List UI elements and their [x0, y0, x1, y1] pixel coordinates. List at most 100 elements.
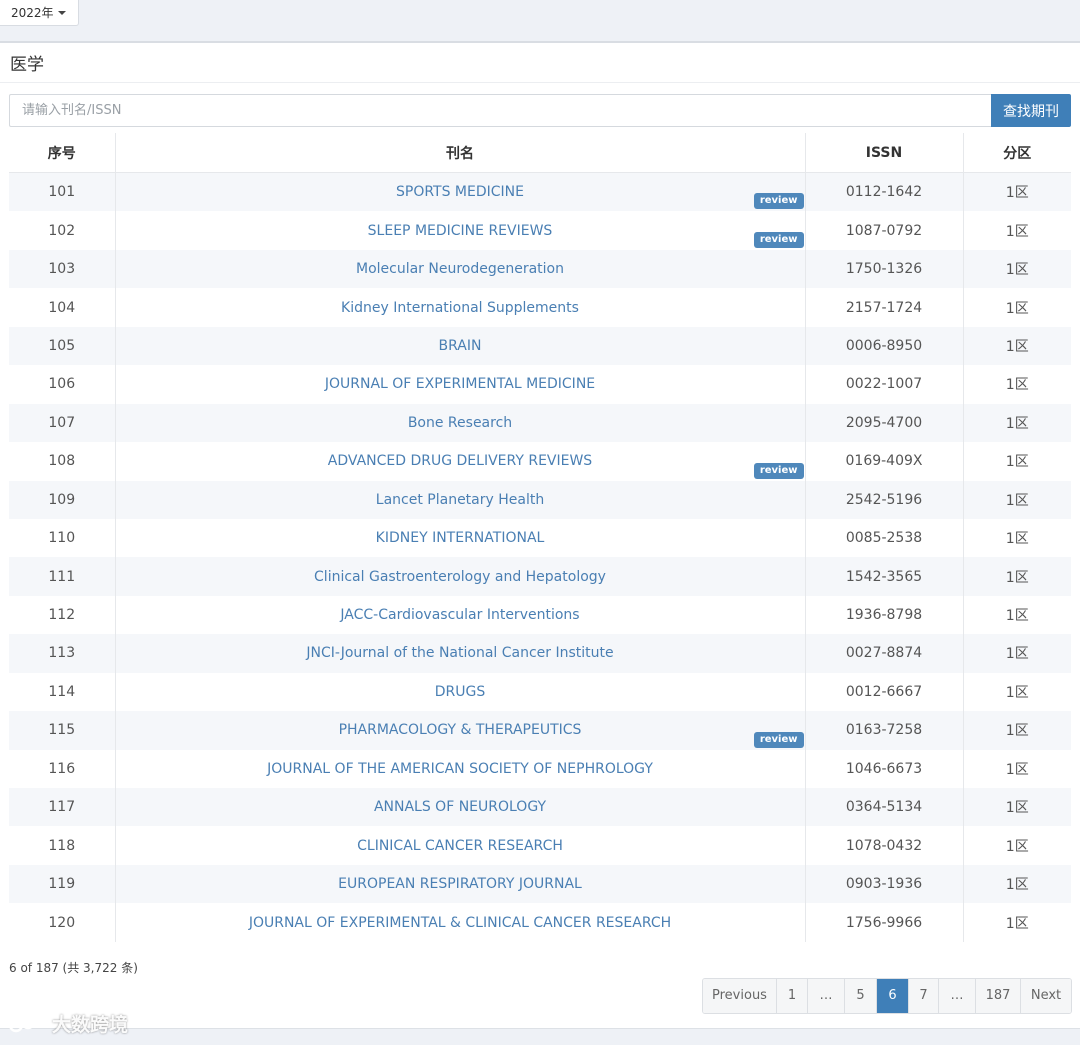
row-zone: 1区 [963, 249, 1071, 289]
table-row: 120 JOURNAL OF EXPERIMENTAL & CLINICAL CA… [9, 903, 1071, 942]
journal-name-link[interactable]: Clinical Gastroenterology and Hepatology [314, 569, 606, 585]
journal-name-link[interactable]: Kidney International Supplements [341, 300, 579, 316]
journal-name-link[interactable]: KIDNEY INTERNATIONAL [376, 530, 545, 546]
row-index: 108 [9, 442, 116, 481]
journal-name-link[interactable]: JNCI-Journal of the National Cancer Inst… [306, 645, 613, 661]
row-journal-name-cell: Clinical Gastroenterology and Hepatology [115, 557, 806, 596]
row-journal-name-cell: Kidney International Supplements [115, 288, 806, 327]
row-zone: 1区 [963, 864, 1071, 904]
journal-name-link[interactable]: SPORTS MEDICINE [396, 184, 524, 200]
row-issn: 1936-8798 [805, 595, 964, 635]
row-issn: 2095-4700 [805, 403, 964, 443]
row-index: 105 [9, 326, 116, 366]
journal-name-link[interactable]: BRAIN [439, 338, 482, 354]
row-index: 110 [9, 518, 116, 558]
row-zone: 1区 [963, 480, 1071, 519]
row-journal-name-cell: SLEEP MEDICINE REVIEWS review [115, 211, 806, 250]
journal-name-link[interactable]: ANNALS OF NEUROLOGY [374, 799, 546, 815]
journal-name-link[interactable]: JACC-Cardiovascular Interventions [340, 607, 579, 623]
row-journal-name-cell: Molecular Neurodegeneration [115, 249, 806, 289]
row-zone: 1区 [963, 749, 1071, 788]
pagination-summary: 6 of 187 (共 3,722 条) [9, 961, 138, 975]
year-dropdown[interactable]: 2022年 [0, 0, 79, 26]
row-zone: 1区 [963, 634, 1071, 673]
row-journal-name-cell: JNCI-Journal of the National Cancer Inst… [115, 634, 806, 673]
row-issn: 0027-8874 [805, 634, 964, 673]
row-issn: 1750-1326 [805, 249, 964, 289]
search-button[interactable]: 查找期刊 [991, 94, 1071, 127]
journal-name-link[interactable]: PHARMACOLOGY & THERAPEUTICS [339, 722, 582, 738]
page-button-6[interactable]: 6 [877, 979, 909, 1013]
column-header-name[interactable]: 刊名 [115, 133, 806, 173]
table-row: 101 SPORTS MEDICINE review 0112-1642 1区 [9, 172, 1071, 212]
journal-table: 序号 刊名 ISSN 分区 101 SPORTS MEDICINE review 01… [9, 133, 1071, 942]
table-row: 109 Lancet Planetary Health 2542-5196 1区 [9, 480, 1071, 519]
journal-name-link[interactable]: DRUGS [435, 684, 486, 700]
row-index: 118 [9, 826, 116, 865]
table-row: 105 BRAIN 0006-8950 1区 [9, 326, 1071, 366]
page-button-5[interactable]: 5 [845, 979, 877, 1013]
journal-name-link[interactable]: JOURNAL OF EXPERIMENTAL & CLINICAL CANCE… [249, 915, 671, 931]
section-title: 医学 [10, 55, 44, 75]
column-header-issn[interactable]: ISSN [805, 133, 964, 173]
row-journal-name-cell: ADVANCED DRUG DELIVERY REVIEWS review [115, 442, 806, 481]
bottom-bar [0, 1028, 1080, 1045]
row-journal-name-cell: SPORTS MEDICINE review [115, 172, 806, 212]
row-issn: 0112-1642 [805, 172, 964, 212]
row-index: 116 [9, 749, 116, 788]
row-zone: 1区 [963, 172, 1071, 212]
row-index: 111 [9, 557, 116, 596]
table-row: 112 JACC-Cardiovascular Interventions 1936… [9, 595, 1071, 635]
page-button-187[interactable]: 187 [976, 979, 1021, 1013]
journal-name-link[interactable]: EUROPEAN RESPIRATORY JOURNAL [338, 876, 582, 892]
row-zone: 1区 [963, 903, 1071, 942]
row-journal-name-cell: KIDNEY INTERNATIONAL [115, 518, 806, 558]
row-index: 103 [9, 249, 116, 289]
row-issn: 0006-8950 [805, 326, 964, 366]
table-header-row: 序号 刊名 ISSN 分区 [9, 133, 1071, 173]
row-index: 109 [9, 480, 116, 519]
row-journal-name-cell: PHARMACOLOGY & THERAPEUTICS review [115, 711, 806, 750]
next-page-button[interactable]: Next [1021, 979, 1071, 1013]
row-issn: 0012-6667 [805, 672, 964, 712]
top-filter-bar: 2022年 [0, 0, 1080, 43]
journal-name-link[interactable]: CLINICAL CANCER RESEARCH [357, 838, 563, 854]
row-zone: 1区 [963, 326, 1071, 366]
table-row: 107 Bone Research 2095-4700 1区 [9, 403, 1071, 443]
row-index: 114 [9, 672, 116, 712]
watermark: 大数跨境 [8, 1010, 128, 1037]
journal-name-link[interactable]: Bone Research [408, 415, 512, 431]
table-row: 104 Kidney International Supplements 2157-… [9, 288, 1071, 327]
table-row: 106 JOURNAL OF EXPERIMENTAL MEDICINE 0022-… [9, 365, 1071, 404]
table-row: 116 JOURNAL OF THE AMERICAN SOCIETY OF NE… [9, 749, 1071, 788]
search-input[interactable] [9, 94, 991, 127]
table-row: 117 ANNALS OF NEUROLOGY 0364-5134 1区 [9, 788, 1071, 827]
column-header-zone[interactable]: 分区 [963, 133, 1071, 173]
row-issn: 1087-0792 [805, 211, 964, 250]
row-issn: 0163-7258 [805, 711, 964, 750]
row-issn: 1078-0432 [805, 826, 964, 865]
previous-page-button[interactable]: Previous [703, 979, 777, 1013]
row-issn: 0085-2538 [805, 518, 964, 558]
row-zone: 1区 [963, 711, 1071, 750]
table-row: 113 JNCI-Journal of the National Cancer I… [9, 634, 1071, 673]
row-zone: 1区 [963, 288, 1071, 327]
table-row: 114 DRUGS 0012-6667 1区 [9, 672, 1071, 712]
journal-name-link[interactable]: Molecular Neurodegeneration [356, 261, 564, 277]
row-issn: 0169-409X [805, 442, 964, 481]
table-row: 118 CLINICAL CANCER RESEARCH 1078-0432 1区 [9, 826, 1071, 865]
row-index: 120 [9, 903, 116, 942]
column-header-index[interactable]: 序号 [9, 133, 116, 173]
journal-name-link[interactable]: JOURNAL OF THE AMERICAN SOCIETY OF NEPHR… [267, 761, 653, 777]
journal-name-link[interactable]: SLEEP MEDICINE REVIEWS [368, 223, 553, 239]
page-button-7[interactable]: 7 [909, 979, 939, 1013]
row-issn: 1542-3565 [805, 557, 964, 596]
journal-name-link[interactable]: JOURNAL OF EXPERIMENTAL MEDICINE [325, 376, 595, 392]
journal-name-link[interactable]: ADVANCED DRUG DELIVERY REVIEWS [328, 453, 592, 469]
journal-name-link[interactable]: Lancet Planetary Health [376, 492, 544, 508]
row-index: 115 [9, 711, 116, 750]
row-zone: 1区 [963, 211, 1071, 250]
page-button-1[interactable]: 1 [777, 979, 808, 1013]
row-zone: 1区 [963, 788, 1071, 827]
row-index: 112 [9, 595, 116, 635]
